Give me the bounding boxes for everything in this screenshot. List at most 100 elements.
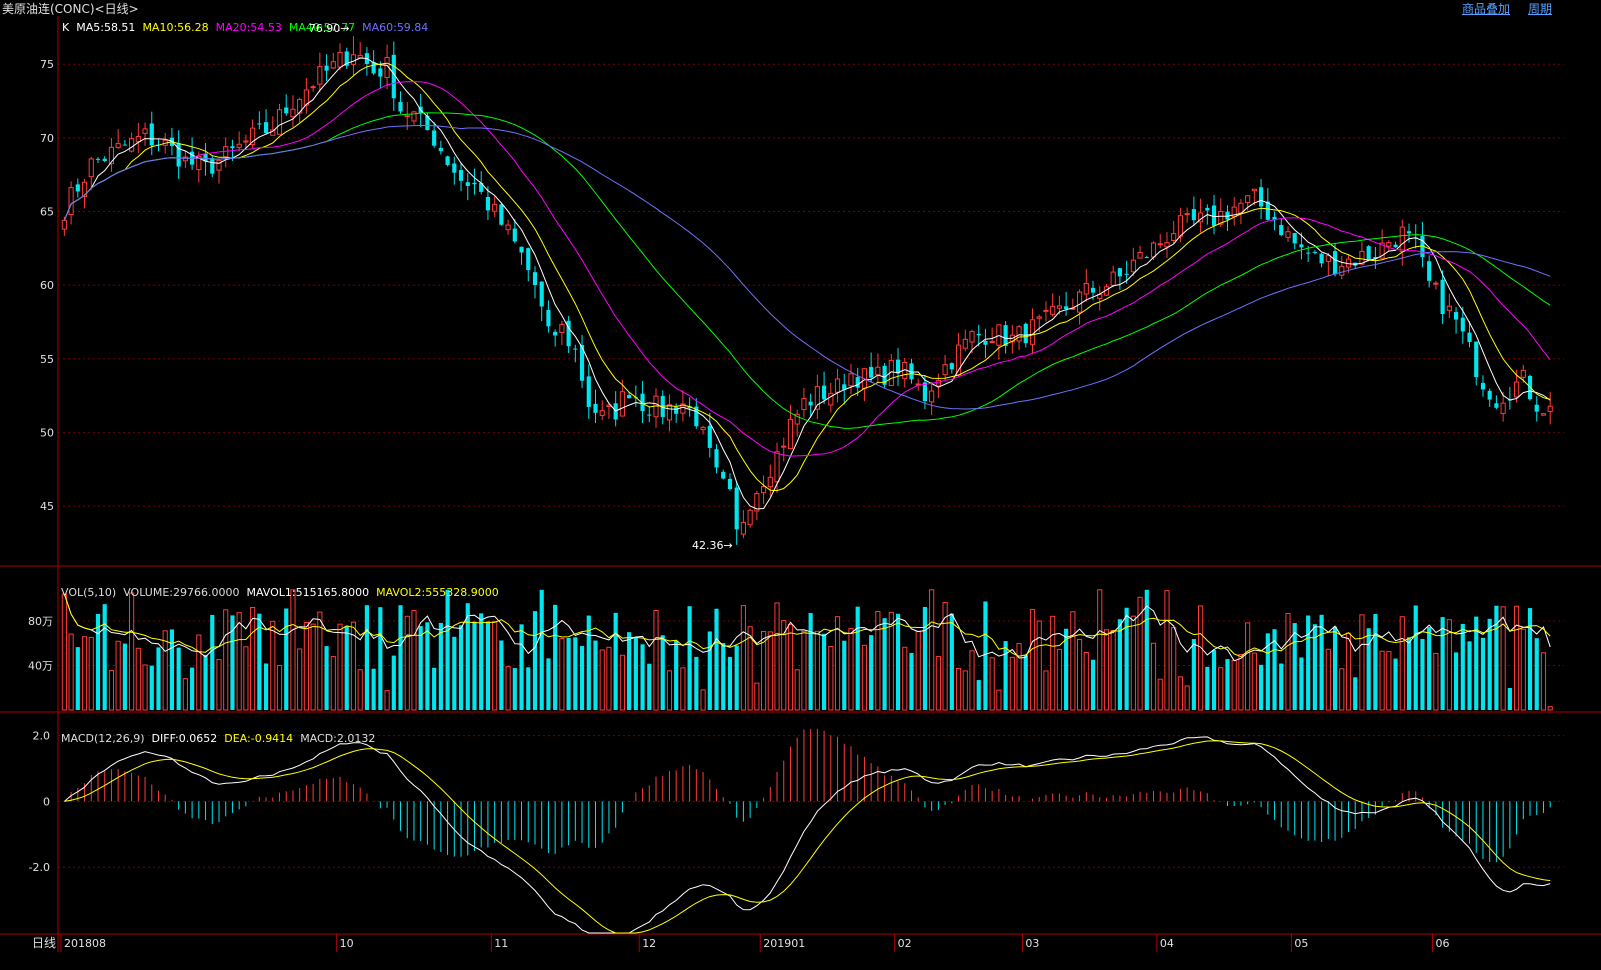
volume-bar-up: [1359, 614, 1365, 711]
volume-bar-up: [1285, 612, 1291, 711]
price-tick-label: 55: [40, 353, 54, 366]
volume-bar-down: [1124, 607, 1129, 710]
macd-legend-text-item: DEA:-0.9414: [224, 732, 293, 745]
volume-bar-up: [1399, 616, 1405, 711]
period-link[interactable]: 周期: [1528, 0, 1552, 17]
volume-bar-up: [861, 644, 868, 711]
candle-down: [1494, 403, 1499, 408]
volume-bar-down: [1259, 664, 1264, 710]
candle-up: [1016, 326, 1022, 342]
volume-bar-up: [969, 650, 975, 711]
volume-legend-text-item: VOLUME:29766.0000: [123, 586, 239, 599]
candle-up: [1076, 291, 1083, 313]
volume-bar-down: [627, 632, 632, 710]
candle-up: [787, 418, 794, 450]
candle-down: [727, 478, 733, 490]
candle-down: [539, 281, 544, 307]
candle-up: [747, 509, 753, 526]
volume-bar-down: [499, 640, 504, 710]
stock-chart[interactable]: 45 50 55 60 65 70 75 40万 80万 2.0 0 -2.0 K MA5:58.5…: [0, 16, 1601, 970]
candle-up: [1157, 243, 1163, 246]
candle-down: [855, 377, 860, 388]
candle-down: [707, 425, 712, 448]
volume-bar-up: [787, 623, 794, 711]
candle-down: [714, 449, 719, 468]
volume-legend-text-item: MAVOL1:515165.8000: [246, 586, 369, 599]
volume-bar-down: [1003, 641, 1008, 710]
candle-down: [983, 340, 988, 345]
candle-down: [1292, 233, 1297, 244]
volume-bar-up: [1500, 606, 1506, 711]
candle-down: [1474, 341, 1479, 378]
candle-down: [432, 130, 437, 146]
price-legend-text-item: MA10:56.28: [142, 21, 208, 34]
volume-bar-up: [384, 690, 390, 711]
candle-up: [1137, 252, 1143, 259]
volume-bar-up: [754, 682, 760, 711]
volume-bar-up: [599, 649, 605, 711]
volume-bar-down: [1534, 638, 1539, 710]
volume-bar-down: [95, 613, 101, 710]
volume-bar-down: [1332, 626, 1338, 710]
candle-down: [1191, 209, 1196, 221]
volume-bar-up: [290, 589, 296, 711]
candle-down: [1306, 252, 1311, 254]
volume-bar-up: [1540, 652, 1547, 711]
candle-up: [1285, 231, 1291, 238]
candle-up: [929, 390, 935, 403]
volume-bar-down: [1292, 623, 1297, 710]
price-tick-label: 70: [40, 132, 54, 145]
candle-down: [949, 363, 954, 370]
volume-bar-down: [432, 667, 437, 710]
candle-up: [962, 338, 968, 349]
candle-down: [1205, 207, 1210, 211]
volume-bar-down: [1467, 641, 1472, 710]
volume-bar-up: [337, 623, 343, 711]
volume-bar-up: [223, 609, 229, 711]
candle-down: [472, 182, 477, 185]
candle-down: [1453, 312, 1459, 320]
candle-down: [1090, 287, 1096, 293]
volume-bar-down: [458, 625, 464, 710]
candle-up: [1245, 195, 1251, 204]
candle-up: [760, 486, 767, 494]
price-legend-text-item: MA5:58.51: [76, 21, 135, 34]
candle-up: [875, 366, 881, 376]
ma5-line: [63, 57, 1551, 510]
overlay-commodity-link[interactable]: 商品叠加: [1462, 0, 1510, 17]
candle-up: [989, 340, 995, 343]
price-legend-text-item: MA20:54.53: [216, 21, 282, 34]
candle-up: [404, 115, 410, 118]
volume-bar-down: [882, 618, 887, 710]
volume-bar-up: [1043, 670, 1049, 711]
candle-up: [1540, 413, 1547, 416]
volume-bar-down: [1460, 623, 1465, 710]
volume-bars: [61, 589, 1553, 711]
volume-bar-up: [1157, 678, 1163, 711]
candle-down: [532, 272, 538, 286]
volume-bar-down: [156, 647, 161, 710]
volume-bar-up: [848, 627, 854, 711]
volume-bar-down: [398, 605, 403, 710]
candle-up: [492, 203, 498, 212]
candle-up: [848, 373, 854, 387]
macd-histogram: [70, 729, 1551, 863]
candle-up: [1520, 369, 1526, 378]
volume-bar-down: [519, 624, 524, 710]
candle-down: [445, 156, 450, 166]
macd-grid: 2.0 0 -2.0: [29, 730, 1564, 874]
macd-legend-text-item: MACD:2.0132: [300, 732, 375, 745]
volume-bar-up: [801, 630, 807, 711]
volume-bar-down: [579, 646, 585, 710]
volume-bar-up: [1184, 685, 1190, 711]
volume-bar-down: [203, 654, 208, 710]
ma10-line: [63, 62, 1551, 492]
candle-down: [263, 122, 269, 133]
candle-up: [942, 364, 948, 376]
price-tick-label: 75: [40, 58, 54, 71]
candle-up: [1043, 309, 1049, 312]
candle-up: [129, 138, 135, 152]
volume-bar-up: [1029, 608, 1036, 711]
volume-bar-up: [996, 689, 1002, 711]
candle-up: [1083, 282, 1089, 295]
